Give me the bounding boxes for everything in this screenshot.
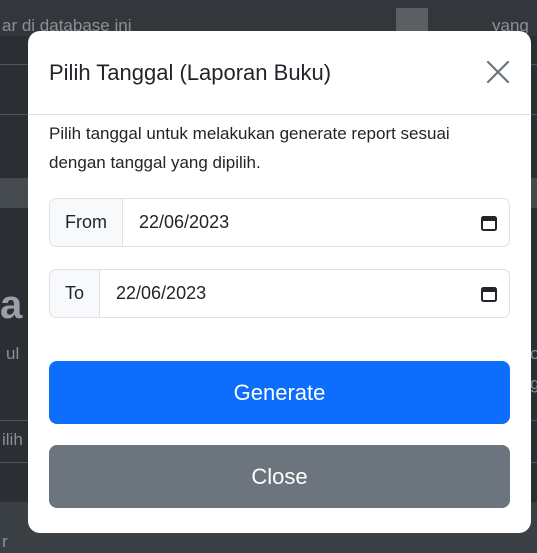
background-text-right-2: g [530, 374, 537, 393]
background-text-left-2: ilih [2, 430, 23, 449]
date-picker-modal: Pilih Tanggal (Laporan Buku) Pilih tangg… [28, 31, 531, 533]
background-text-right: o [530, 344, 537, 363]
close-button[interactable]: Close [49, 445, 510, 508]
generate-button[interactable]: Generate [49, 361, 510, 424]
background-text-left: ul [6, 344, 20, 363]
to-date-input[interactable]: 22/06/2023 [100, 270, 469, 317]
to-date-group: To 22/06/2023 [49, 269, 510, 318]
from-label: From [50, 199, 123, 246]
page: ar di database ini yang a ul o g ilih r … [0, 0, 537, 553]
calendar-icon[interactable] [469, 270, 509, 317]
background-heading-fragment: a [0, 283, 23, 327]
background-block [396, 8, 428, 32]
modal-title: Pilih Tanggal (Laporan Buku) [49, 60, 332, 85]
calendar-icon[interactable] [469, 199, 509, 246]
from-date-group: From 22/06/2023 [49, 198, 510, 247]
to-label: To [50, 270, 101, 317]
from-date-input[interactable]: 22/06/2023 [123, 199, 469, 246]
modal-description: Pilih tanggal untuk melakukan generate r… [49, 124, 450, 172]
close-icon[interactable] [483, 57, 513, 87]
modal-header: Pilih Tanggal (Laporan Buku) [28, 31, 531, 115]
background-text-bottom-left: r [2, 532, 8, 551]
